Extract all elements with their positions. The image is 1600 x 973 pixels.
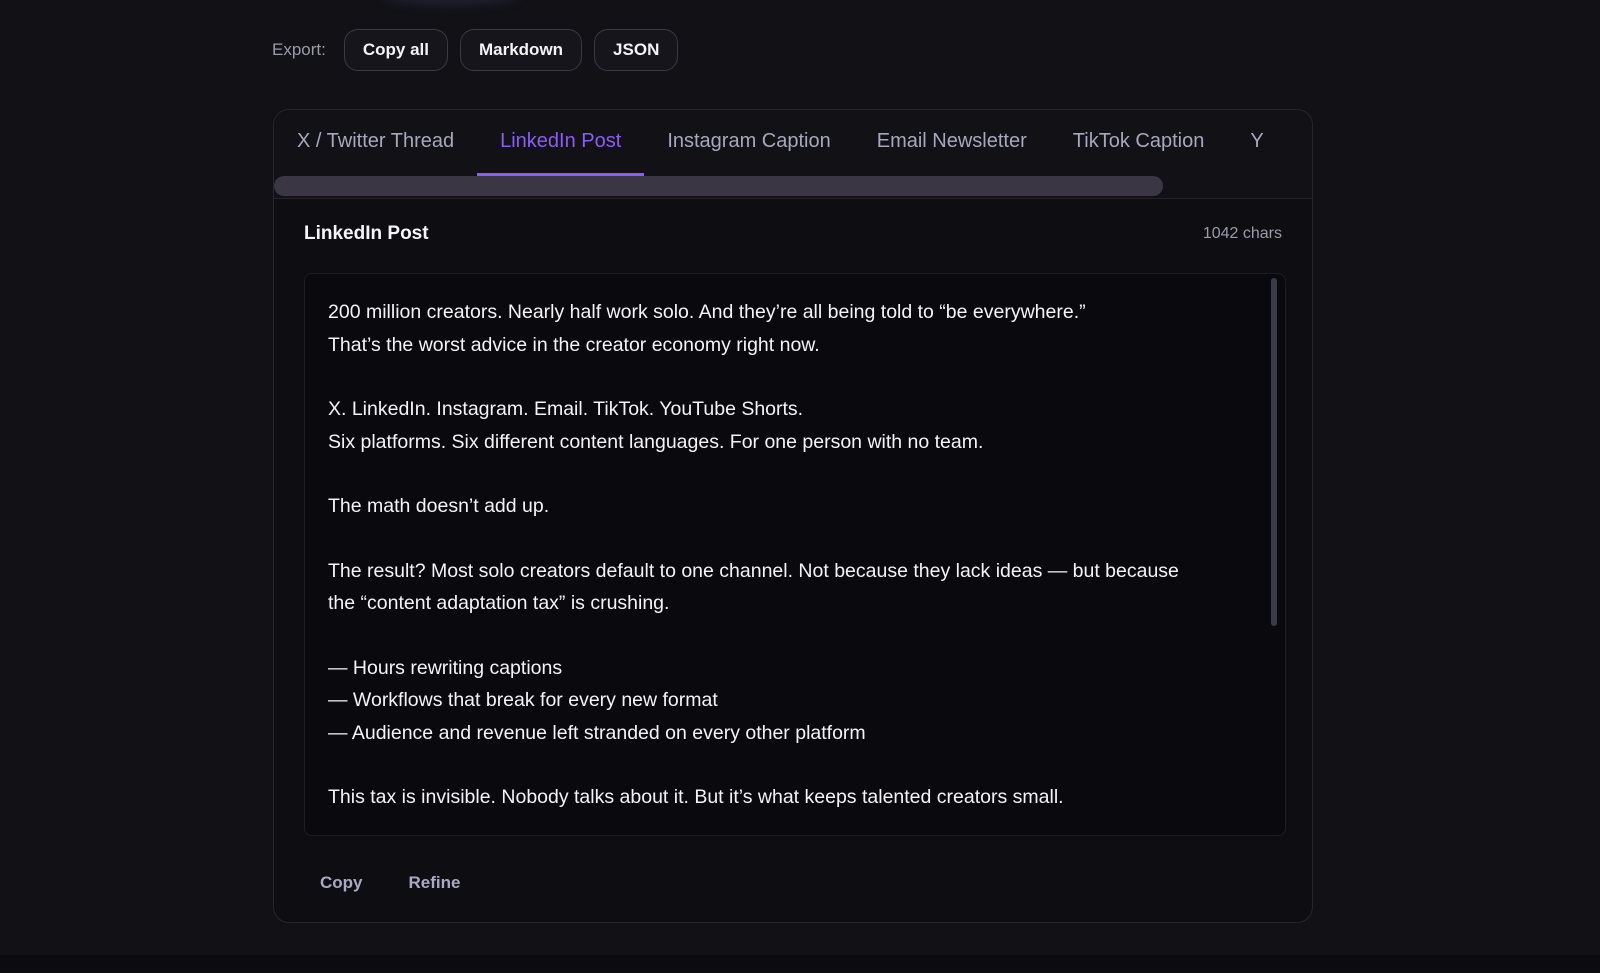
- paragraph: The result? Most solo creators default t…: [328, 555, 1253, 620]
- post-content-box[interactable]: 200 million creators. Nearly half work s…: [304, 273, 1286, 836]
- text-line: the “content adaptation tax” is crushing…: [328, 592, 670, 614]
- bottom-strip: [0, 955, 1600, 973]
- text-line: That’s the worst advice in the creator e…: [328, 333, 820, 356]
- platform-tabs-area: X / Twitter Thread LinkedIn Post Instagr…: [274, 110, 1312, 199]
- paragraph: The math doesn’t add up.: [328, 490, 1253, 523]
- text-line: The result? Most solo creators default t…: [328, 559, 1179, 582]
- text-line: — Workflows that break for every new for…: [328, 689, 718, 711]
- top-glow-decoration: [380, 0, 520, 4]
- refine-button[interactable]: Refine: [409, 873, 461, 893]
- tab-tiktok-caption[interactable]: TikTok Caption: [1050, 110, 1228, 176]
- tab-linkedin-post[interactable]: LinkedIn Post: [477, 110, 645, 176]
- tab-instagram-caption[interactable]: Instagram Caption: [644, 110, 853, 176]
- tabs-scrollbar[interactable]: [274, 176, 1163, 196]
- paragraph: 200 million creators. Nearly half work s…: [328, 296, 1253, 361]
- panel-title: LinkedIn Post: [304, 223, 429, 244]
- paragraph: — Hours rewriting captions — Workflows t…: [328, 652, 1253, 750]
- tab-youtube-shorts[interactable]: Y: [1227, 110, 1286, 176]
- export-toolbar: Export: Copy all Markdown JSON: [272, 29, 679, 71]
- content-scrollbar[interactable]: [1271, 278, 1277, 626]
- markdown-button[interactable]: Markdown: [459, 29, 583, 71]
- tab-email-newsletter[interactable]: Email Newsletter: [854, 110, 1050, 176]
- panel-header: LinkedIn Post 1042 chars: [304, 223, 1282, 245]
- paragraph: This tax is invisible. Nobody talks abou…: [328, 781, 1253, 814]
- text-line: — Audience and revenue left stranded on …: [328, 721, 866, 744]
- copy-all-button[interactable]: Copy all: [343, 29, 448, 71]
- text-line: Six platforms. Six different content lan…: [328, 430, 984, 453]
- char-count: 1042 chars: [1202, 225, 1282, 242]
- text-line: 200 million creators. Nearly half work s…: [328, 301, 1086, 323]
- json-button[interactable]: JSON: [594, 29, 679, 71]
- text-line: The math doesn’t add up.: [328, 495, 550, 517]
- tab-twitter-thread[interactable]: X / Twitter Thread: [274, 110, 477, 176]
- paragraph: X. LinkedIn. Instagram. Email. TikTok. Y…: [328, 393, 1253, 458]
- export-label: Export:: [272, 40, 326, 59]
- platform-tabs: X / Twitter Thread LinkedIn Post Instagr…: [274, 110, 1312, 176]
- text-line: X. LinkedIn. Instagram. Email. TikTok. Y…: [328, 398, 804, 420]
- copy-button[interactable]: Copy: [320, 873, 363, 893]
- panel-actions: Copy Refine: [320, 873, 460, 893]
- post-content-text: 200 million creators. Nearly half work s…: [328, 296, 1253, 835]
- text-line: — Hours rewriting captions: [328, 656, 563, 679]
- output-card: X / Twitter Thread LinkedIn Post Instagr…: [273, 109, 1313, 923]
- text-line: This tax is invisible. Nobody talks abou…: [328, 786, 1064, 808]
